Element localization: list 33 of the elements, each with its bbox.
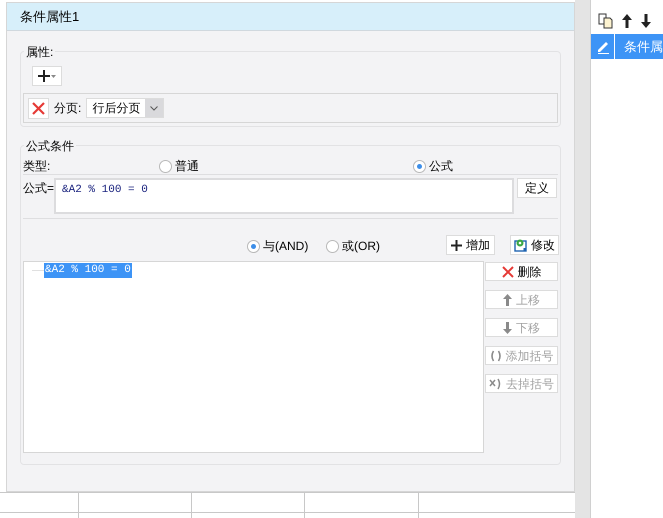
section-legend: 属性: <box>24 43 56 61</box>
dialog-title: 条件属性1 <box>7 3 574 31</box>
parentheses-icon <box>490 350 502 362</box>
close-icon <box>502 266 514 278</box>
page-break-label: 分页: <box>54 100 82 117</box>
edit-button[interactable]: 修改 <box>510 235 559 255</box>
define-button[interactable]: 定义 <box>517 178 558 198</box>
arrow-up-icon <box>622 14 632 28</box>
add-dropdown-button[interactable] <box>32 66 62 86</box>
type-radio[interactable]: 公式 <box>413 157 453 175</box>
delete-button[interactable] <box>28 98 49 118</box>
section-legend: 公式条件 <box>24 137 76 155</box>
plus-icon <box>451 240 462 250</box>
arrow-down-icon <box>641 14 651 28</box>
plus-icon <box>38 70 50 82</box>
arrow-down-icon <box>503 322 512 334</box>
logic-radio[interactable]: 与(AND) <box>247 237 308 255</box>
arrow-up-icon <box>503 294 512 306</box>
close-icon <box>32 102 45 114</box>
action-button[interactable]: 删除 <box>485 262 558 281</box>
formula-field[interactable]: &A2 % 100 = 0 <box>54 178 514 214</box>
logic-radio[interactable]: 或(OR) <box>326 237 380 255</box>
type-radio[interactable]: 普通 <box>159 157 199 175</box>
chevron-down-icon <box>150 106 158 110</box>
formula-label: 公式= <box>23 180 54 197</box>
add-button[interactable]: 增加 <box>446 235 495 255</box>
page-break-select[interactable]: 行后分页 <box>86 98 164 118</box>
caret-icon <box>51 74 56 78</box>
copy-icon <box>598 13 613 29</box>
type-label: 类型: <box>23 158 50 175</box>
pencil-icon <box>596 40 610 54</box>
parentheses-cross-icon <box>489 378 502 390</box>
gear-document-icon <box>514 238 528 252</box>
